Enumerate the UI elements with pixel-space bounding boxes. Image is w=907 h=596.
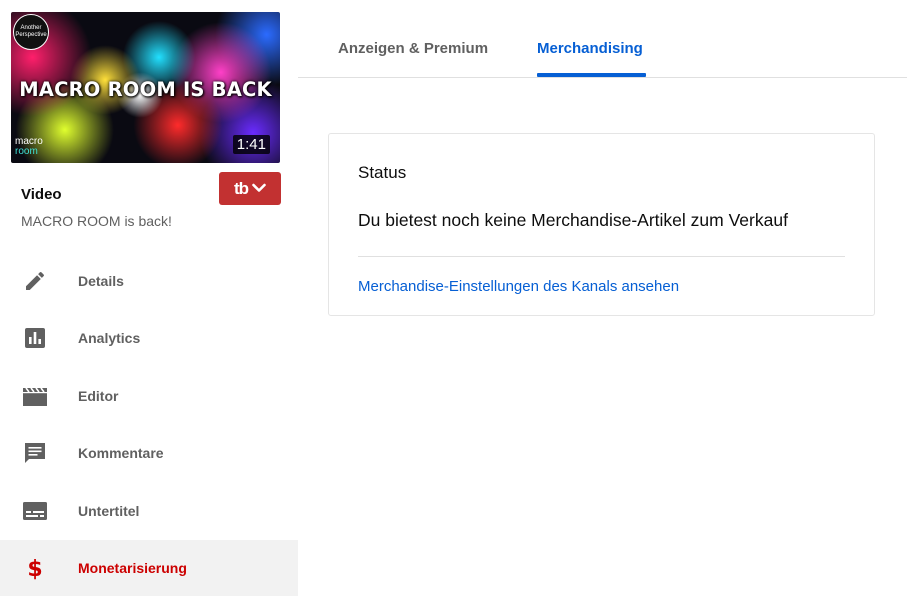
tab-merchandising[interactable]: Merchandising: [537, 40, 643, 57]
dollar-icon: $: [22, 555, 48, 581]
channel-logo-line1: Another: [20, 25, 42, 31]
pencil-icon: [22, 268, 48, 294]
bar-chart-icon: [22, 325, 48, 351]
sidebar-item-monetarisierung[interactable]: $ Monetarisierung: [0, 539, 298, 596]
status-heading: Status: [358, 163, 407, 182]
sidebar-item-label: Details: [78, 272, 124, 289]
sidebar-item-analytics[interactable]: Analytics: [0, 310, 298, 368]
sidebar-item-label: Monetarisierung: [78, 560, 187, 577]
thumbnail-brand: macro room: [15, 137, 43, 157]
svg-text:$: $: [27, 557, 42, 581]
divider: [358, 256, 845, 257]
merch-status-card: Status Du bietest noch keine Merchandise…: [328, 133, 875, 316]
channel-logo-line2: Perspective: [15, 32, 47, 38]
sidebar-item-editor[interactable]: Editor: [0, 367, 298, 425]
video-title[interactable]: MACRO ROOM is back!: [21, 213, 172, 229]
sidebar-item-untertitel[interactable]: Untertitel: [0, 482, 298, 540]
video-label: Video: [21, 186, 62, 203]
tab-bar: Anzeigen & Premium Merchandising: [298, 0, 907, 78]
tubebuddy-logo-icon: tb: [233, 178, 249, 198]
channel-merch-settings-link[interactable]: Merchandise-Einstellungen des Kanals ans…: [358, 278, 679, 295]
sidebar-item-label: Editor: [78, 387, 119, 404]
sidebar: Another Perspective MACRO ROOM IS BACK m…: [0, 0, 298, 596]
sidebar-item-kommentare[interactable]: Kommentare: [0, 425, 298, 483]
video-thumbnail[interactable]: Another Perspective MACRO ROOM IS BACK m…: [11, 12, 280, 163]
subtitles-icon: [22, 498, 48, 524]
sidebar-item-label: Kommentare: [78, 445, 164, 462]
sidebar-nav: Details Analytics Editor Kommentare Unte…: [0, 252, 298, 596]
brand-line2: room: [15, 146, 38, 157]
channel-logo: Another Perspective: [13, 14, 49, 50]
active-tab-indicator: [537, 73, 646, 77]
comment-icon: [22, 440, 48, 466]
thumbnail-title-overlay: MACRO ROOM IS BACK: [19, 78, 272, 101]
sidebar-item-details[interactable]: Details: [0, 252, 298, 310]
tubebuddy-menu-button[interactable]: tb: [219, 172, 281, 205]
clapperboard-icon: [22, 383, 48, 409]
chevron-down-icon: [252, 180, 266, 198]
tab-anzeigen-premium[interactable]: Anzeigen & Premium: [338, 40, 488, 57]
sidebar-item-label: Analytics: [78, 330, 141, 347]
sidebar-item-label: Untertitel: [78, 502, 140, 519]
video-duration: 1:41: [232, 135, 270, 154]
status-text: Du bietest noch keine Merchandise-Artike…: [358, 210, 788, 230]
